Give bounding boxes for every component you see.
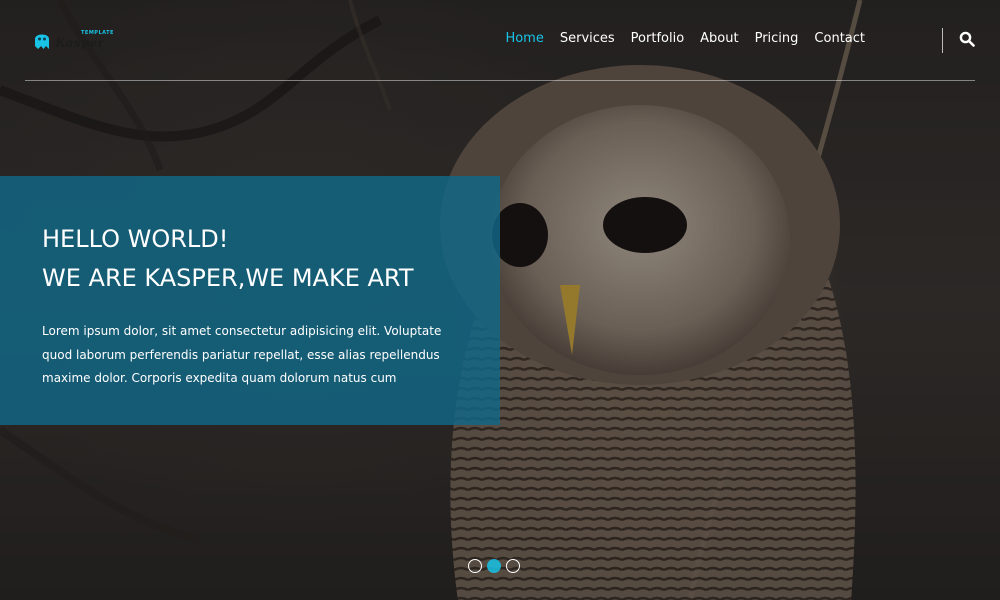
- slider-bullet-2[interactable]: [487, 559, 501, 573]
- hero-heading: HELLO WORLD! WE ARE KASPER,WE MAKE ART: [42, 220, 470, 298]
- nav-home[interactable]: Home: [505, 31, 543, 46]
- logo-wordmark: Kasper: [55, 36, 105, 50]
- main-nav: Home Services Portfolio About Pricing Co…: [489, 31, 865, 46]
- hero-paragraph: Lorem ipsum dolor, sit amet consectetur …: [42, 324, 442, 385]
- slider-bullets: [468, 559, 520, 573]
- nav-about[interactable]: About: [700, 31, 738, 46]
- hero-section: TEMPLATE Kasper Home Services Portfolio …: [0, 0, 1000, 600]
- hero-text-panel: HELLO WORLD! WE ARE KASPER,WE MAKE ART L…: [0, 176, 500, 425]
- site-header: TEMPLATE Kasper Home Services Portfolio …: [25, 0, 975, 81]
- nav-services[interactable]: Services: [560, 31, 615, 46]
- nav-divider: [942, 28, 943, 53]
- ghost-icon: [35, 34, 49, 49]
- logo[interactable]: TEMPLATE Kasper: [33, 28, 113, 54]
- nav-pricing[interactable]: Pricing: [755, 31, 799, 46]
- nav-contact[interactable]: Contact: [814, 31, 865, 46]
- search-button[interactable]: [959, 31, 975, 47]
- slider-bullet-1[interactable]: [468, 559, 482, 573]
- hero-heading-line2: WE ARE KASPER,WE MAKE ART: [42, 264, 414, 292]
- hero-heading-line1: HELLO WORLD!: [42, 225, 229, 253]
- slider-bullet-3[interactable]: [506, 559, 520, 573]
- nav-portfolio[interactable]: Portfolio: [631, 31, 684, 46]
- search-icon: [959, 31, 975, 47]
